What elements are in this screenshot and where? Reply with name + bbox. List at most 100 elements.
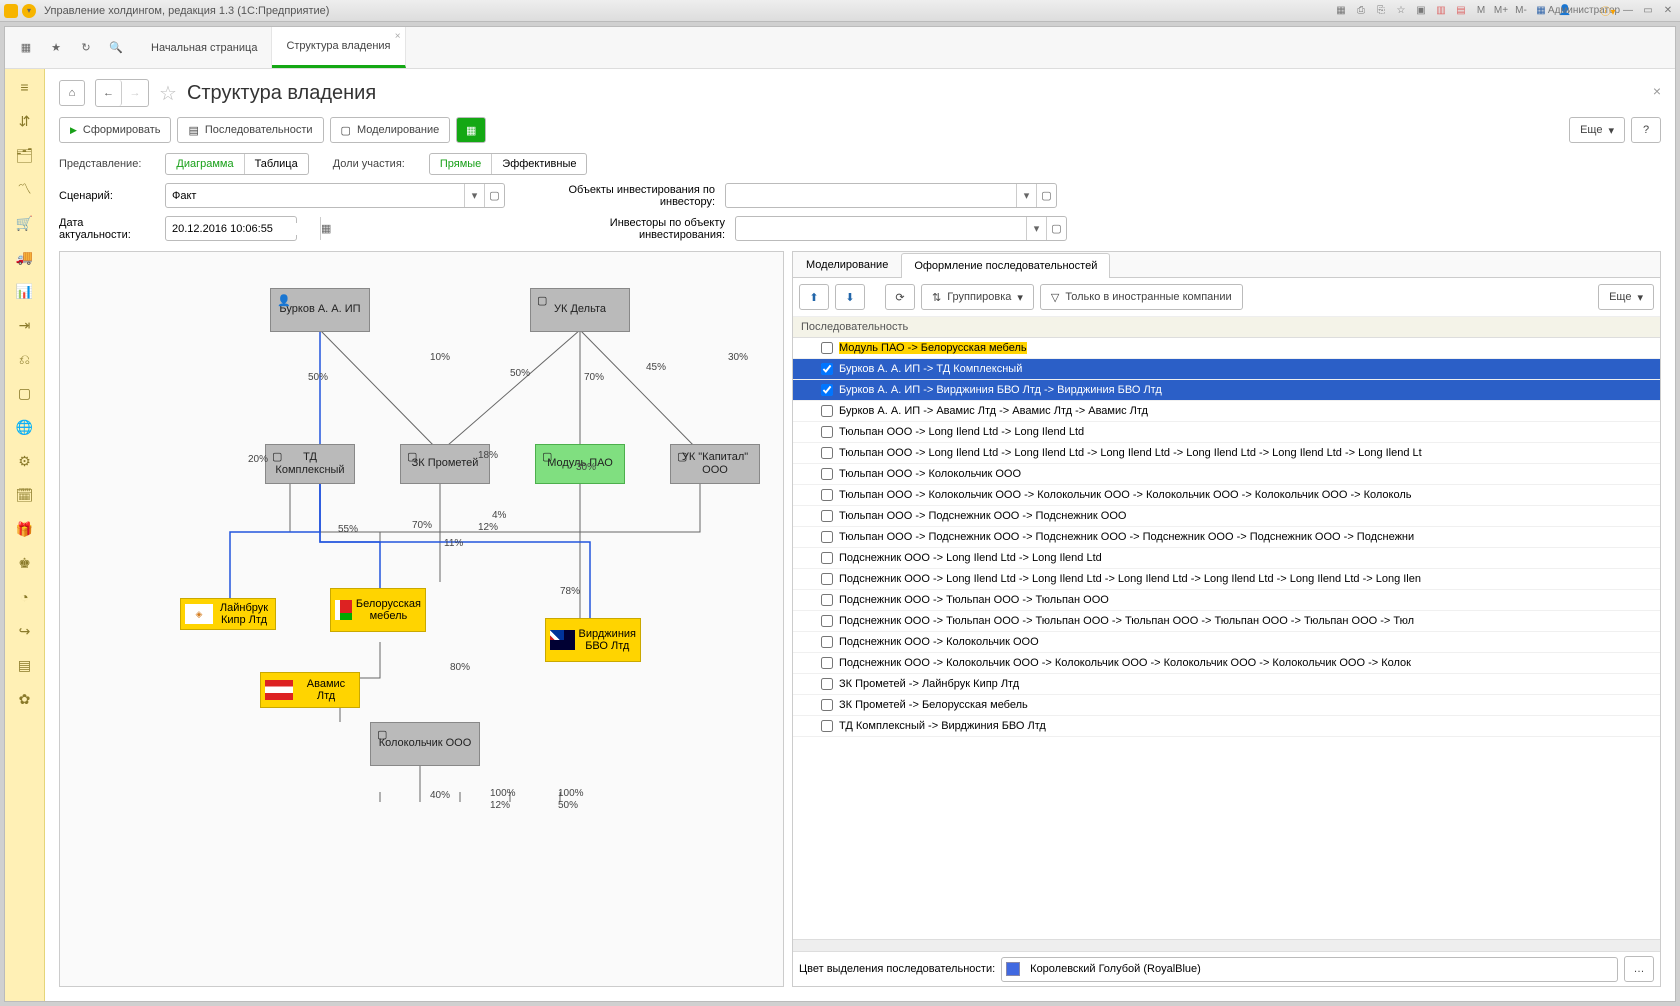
tab-modeling[interactable]: Моделирование xyxy=(793,252,901,277)
tab-sequence-design[interactable]: Оформление последовательностей xyxy=(901,253,1110,278)
sidebar-tablet-icon[interactable]: ▢ xyxy=(13,381,37,405)
by-object-input[interactable] xyxy=(736,223,1026,235)
node-burkov[interactable]: 👤 Бурков А. А. ИП xyxy=(270,288,370,332)
info-icon[interactable]: ⓘ▾ xyxy=(1600,3,1616,19)
sidebar-exit-icon[interactable]: ↪ xyxy=(13,619,37,643)
app-menu-icon[interactable]: ▾ xyxy=(22,4,36,18)
by-object-field[interactable]: ▾ ▢ xyxy=(735,216,1067,241)
sidebar-truck-icon[interactable]: 🚚 xyxy=(13,245,37,269)
sidebar-report-icon[interactable]: ▤ xyxy=(13,653,37,677)
sidebar-calendar-icon[interactable]: 🗓 xyxy=(13,483,37,507)
more-button[interactable]: Еще ▾ xyxy=(1569,117,1625,143)
tab-home[interactable]: Начальная страница xyxy=(137,27,272,68)
sequence-row[interactable]: ТД Комплексный -> Вирджиния БВО Лтд xyxy=(793,716,1660,737)
sidebar-stock-icon[interactable]: 📊 xyxy=(13,279,37,303)
sequence-checkbox[interactable] xyxy=(821,552,833,564)
view-button[interactable]: ▦ xyxy=(456,117,486,143)
maximize-icon[interactable]: ▭ xyxy=(1640,3,1656,19)
sequence-checkbox[interactable] xyxy=(821,699,833,711)
sequence-row[interactable]: Подснежник ООО -> Колокольчик ООО xyxy=(793,632,1660,653)
sequence-list[interactable]: Модуль ПАО -> Белорусская мебельБурков А… xyxy=(793,338,1660,939)
tab-close-icon[interactable]: × xyxy=(395,31,401,42)
calendar-icon[interactable]: ▦ xyxy=(320,217,331,240)
sidebar-cart-icon[interactable]: 🛒 xyxy=(13,211,37,235)
form-button[interactable]: Сформировать xyxy=(59,117,171,143)
dropdown-icon[interactable]: ▾ xyxy=(1016,184,1036,207)
calc-icon[interactable]: ▥ xyxy=(1433,3,1449,19)
sequence-checkbox[interactable] xyxy=(821,657,833,669)
sidebar-chart-icon[interactable]: 〽 xyxy=(13,177,37,201)
node-zk[interactable]: ▢ ЗК Прометей xyxy=(400,444,490,484)
sequence-checkbox[interactable] xyxy=(821,678,833,690)
sequence-row[interactable]: Подснежник ООО -> Тюльпан ООО -> Тюльпан… xyxy=(793,611,1660,632)
color-input[interactable] xyxy=(1024,963,1617,975)
calendar-icon[interactable]: ▤ xyxy=(1453,3,1469,19)
node-td[interactable]: ▢ ТД Комплексный xyxy=(265,444,355,484)
rp-more-button[interactable]: Еще ▾ xyxy=(1598,284,1654,310)
node-avamis[interactable]: Авамис Лтд xyxy=(260,672,360,708)
color-field[interactable] xyxy=(1001,957,1618,982)
sequence-row[interactable]: Модуль ПАО -> Белорусская мебель xyxy=(793,338,1660,359)
home-button[interactable]: ⌂ xyxy=(59,80,85,106)
sequence-checkbox[interactable] xyxy=(821,720,833,732)
link-icon[interactable]: ⎘ xyxy=(1373,3,1389,19)
dropdown-icon[interactable]: ▾ xyxy=(464,184,484,207)
sidebar-briefcase-icon[interactable]: 🗂 xyxy=(13,143,37,167)
sequence-checkbox[interactable] xyxy=(821,510,833,522)
sidebar-flow-icon[interactable]: ⇥ xyxy=(13,313,37,337)
tab-ownership[interactable]: Структура владения × xyxy=(272,27,405,68)
sequence-row[interactable]: Подснежник ООО -> Колокольчик ООО -> Кол… xyxy=(793,653,1660,674)
by-investor-input[interactable] xyxy=(726,190,1016,202)
close-window-icon[interactable]: ✕ xyxy=(1660,3,1676,19)
app-grid-icon[interactable]: ▦ xyxy=(1533,3,1549,19)
scenario-field[interactable]: ▾ ▢ xyxy=(165,183,505,208)
node-ukkap[interactable]: ▢ УК "Капитал" ООО xyxy=(670,444,760,484)
sidebar-graph-icon[interactable]: ⎌ xyxy=(13,347,37,371)
sequence-row[interactable]: Подснежник ООО -> Long Ilend Ltd -> Long… xyxy=(793,569,1660,590)
dropdown-icon[interactable]: ▾ xyxy=(1026,217,1046,240)
current-user[interactable]: 👤 Администратор xyxy=(1553,3,1596,19)
sequence-checkbox[interactable] xyxy=(821,531,833,543)
by-investor-field[interactable]: ▾ ▢ xyxy=(725,183,1057,208)
panel-icon[interactable]: ▦ xyxy=(1333,3,1349,19)
sequence-checkbox[interactable] xyxy=(821,573,833,585)
favorites-star-icon[interactable]: ★ xyxy=(47,39,65,57)
sequence-checkbox[interactable] xyxy=(821,426,833,438)
open-icon[interactable]: ▢ xyxy=(1046,217,1066,240)
clipboard-icon[interactable]: ▣ xyxy=(1413,3,1429,19)
sequence-row[interactable]: Тюльпан ООО -> Подснежник ООО -> Подснеж… xyxy=(793,527,1660,548)
sequence-row[interactable]: Бурков А. А. ИП -> Авамис Лтд -> Авамис … xyxy=(793,401,1660,422)
sidebar-people-icon[interactable]: ⇵ xyxy=(13,109,37,133)
node-lainbruk[interactable]: ◈ Лайнбрук Кипр Лтд xyxy=(180,598,276,630)
sequence-checkbox[interactable] xyxy=(821,363,833,375)
sequence-row[interactable]: ЗК Прометей -> Лайнбрук Кипр Лтд xyxy=(793,674,1660,695)
sequence-row[interactable]: Тюльпан ООО -> Long Ilend Ltd -> Long Il… xyxy=(793,443,1660,464)
back-button[interactable]: ← xyxy=(96,80,122,106)
sidebar-gear-icon[interactable]: ⚙ xyxy=(13,449,37,473)
sidebar-emblem-icon[interactable]: ♚ xyxy=(13,551,37,575)
sequence-row[interactable]: Тюльпан ООО -> Подснежник ООО -> Подснеж… xyxy=(793,506,1660,527)
horizontal-scrollbar[interactable] xyxy=(793,939,1660,951)
scenario-input[interactable] xyxy=(166,190,464,202)
sequence-checkbox[interactable] xyxy=(821,384,833,396)
search-icon[interactable]: 🔍 xyxy=(107,39,125,57)
diagram-pane[interactable]: 👤 Бурков А. А. ИП ▢ УК Дельта ▢ ТД Компл… xyxy=(59,251,784,987)
apps-grid-icon[interactable]: ▦ xyxy=(17,39,35,57)
favorite-page-icon[interactable]: ☆ xyxy=(159,81,177,106)
page-close-icon[interactable]: × xyxy=(1653,83,1661,99)
sequences-button[interactable]: ▤ Последовательности xyxy=(177,117,323,143)
representation-toggle[interactable]: Диаграмма Таблица xyxy=(165,153,308,175)
history-icon[interactable]: ↻ xyxy=(77,39,95,57)
move-down-button[interactable]: ⬇ xyxy=(835,284,865,310)
share-direct[interactable]: Прямые xyxy=(430,154,491,174)
date-input[interactable] xyxy=(166,223,320,235)
share-effective[interactable]: Эффективные xyxy=(491,154,586,174)
representation-diagram[interactable]: Диаграмма xyxy=(166,154,243,174)
sequence-row[interactable]: Тюльпан ООО -> Long Ilend Ltd -> Long Il… xyxy=(793,422,1660,443)
node-kolokol[interactable]: ▢ Колокольчик ООО xyxy=(370,722,480,766)
sequence-checkbox[interactable] xyxy=(821,636,833,648)
sequence-row[interactable]: Бурков А. А. ИП -> ТД Комплексный xyxy=(793,359,1660,380)
color-picker-button[interactable]: … xyxy=(1624,956,1654,982)
memory-mminus-icon[interactable]: M- xyxy=(1513,3,1529,19)
sequence-checkbox[interactable] xyxy=(821,594,833,606)
